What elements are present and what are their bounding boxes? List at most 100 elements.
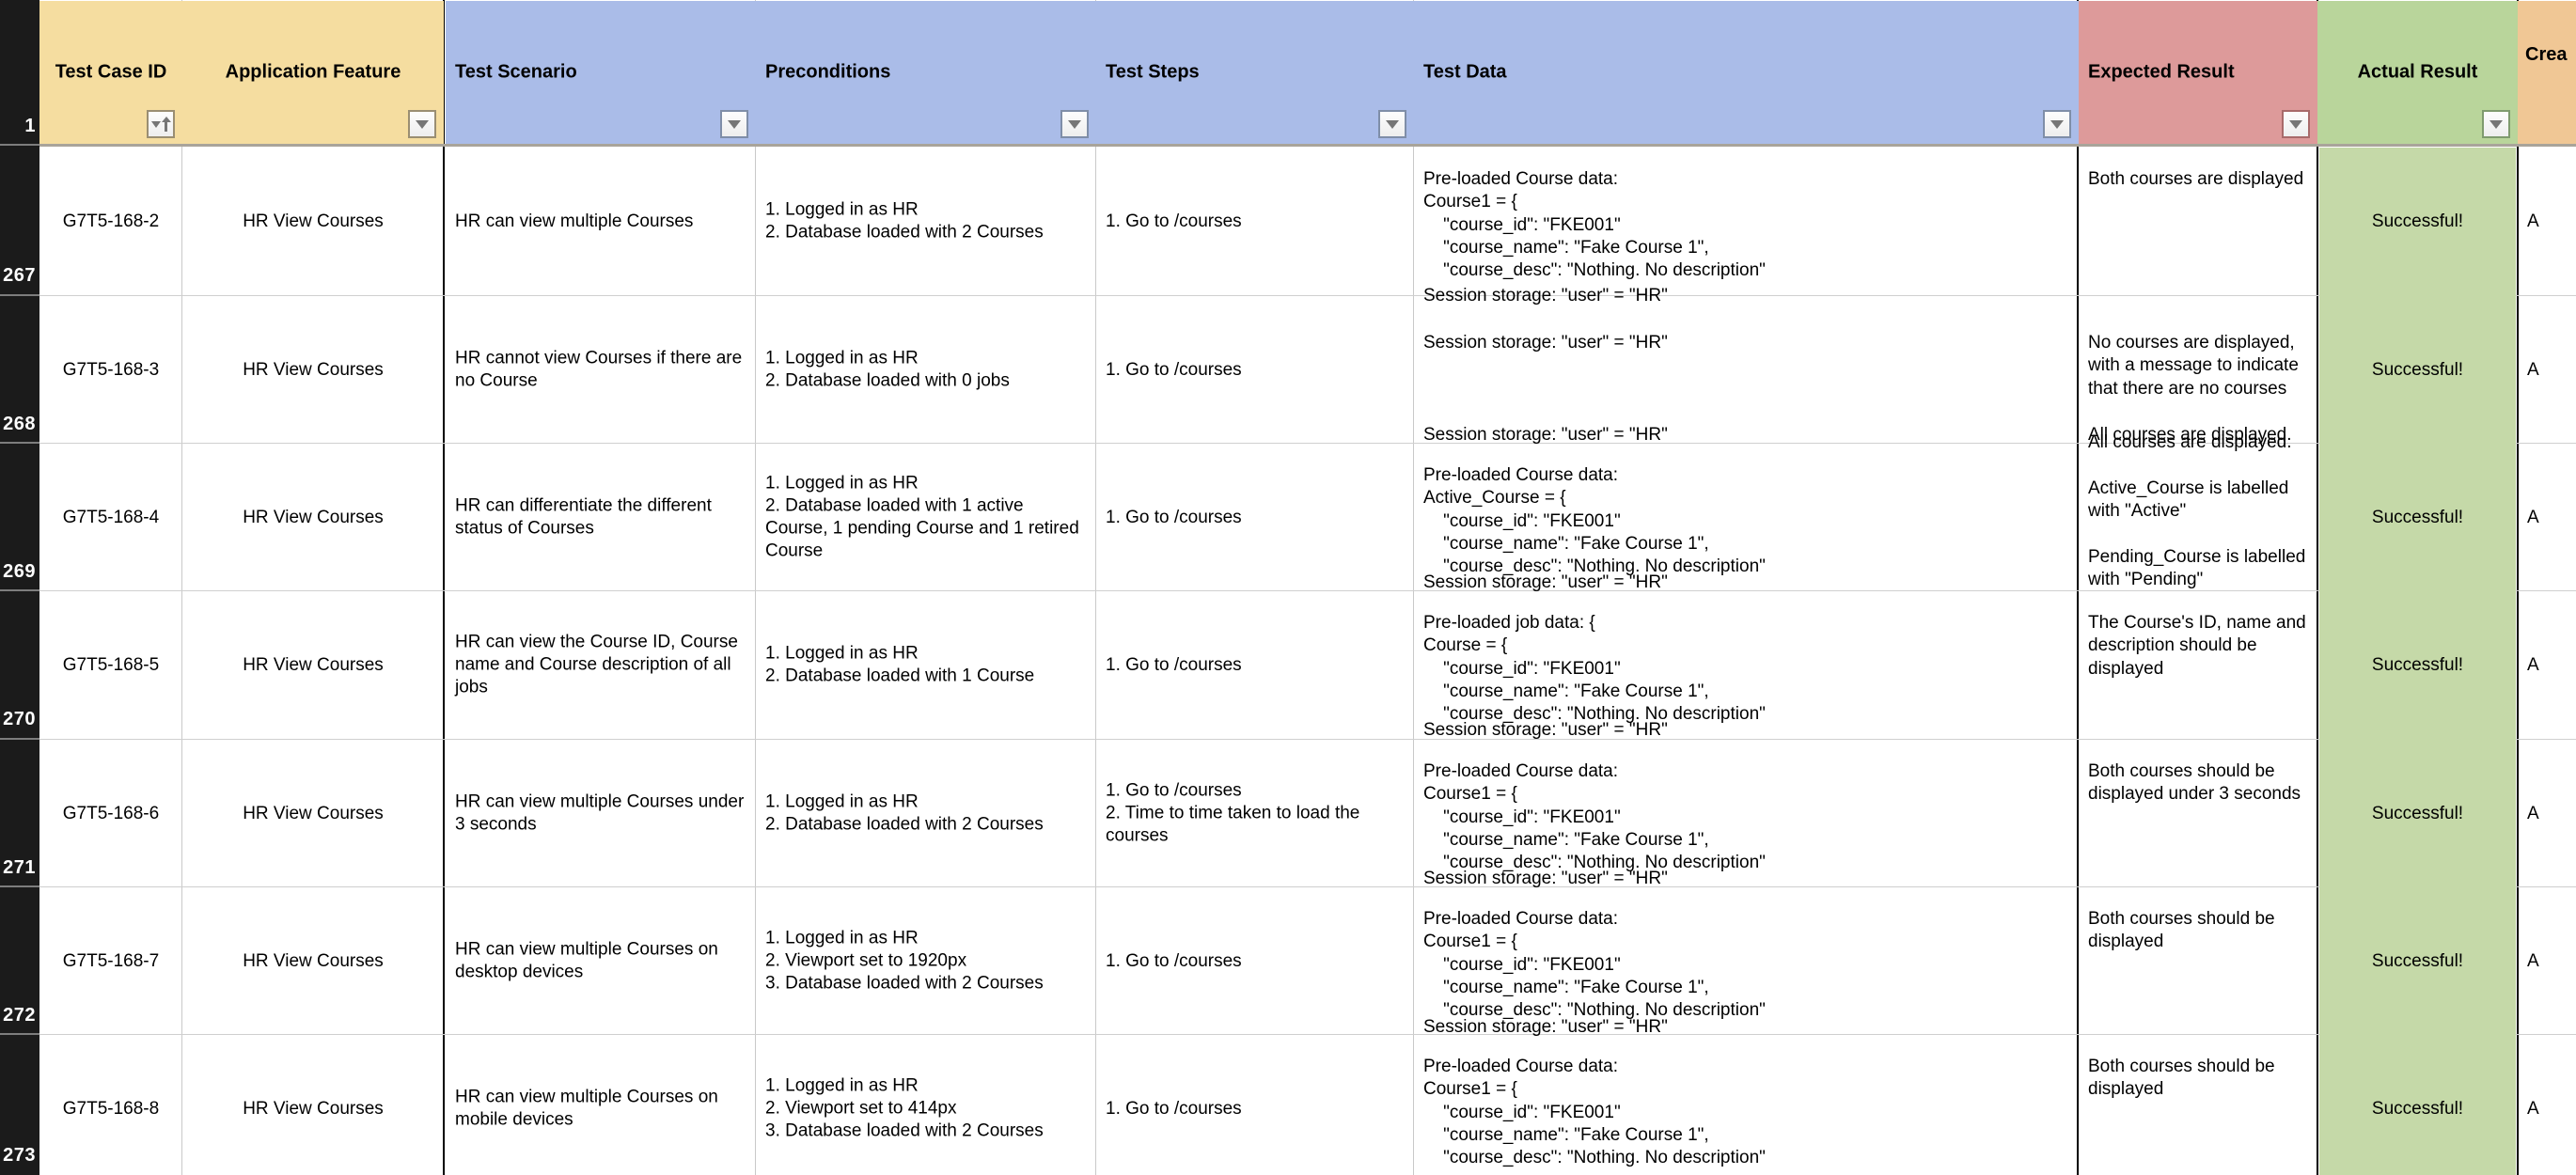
column-header-created-by[interactable]: Crea (2518, 1, 2576, 144)
cell-test-data-overflow-tail: Session storage: "user" = "HR" (1423, 719, 1668, 740)
sort-asc-filter-icon[interactable] (147, 110, 175, 138)
cell-actual-result[interactable]: Successful! (2319, 148, 2516, 295)
cell-test-case-id[interactable]: G7T5-168-6 (41, 740, 181, 887)
cell-test-steps[interactable]: 1. Go to /courses (1098, 444, 1412, 591)
cell-preconditions[interactable]: 1. Logged in as HR 2. Database loaded wi… (758, 148, 1094, 295)
cell-test-case-id[interactable]: G7T5-168-4 (41, 444, 181, 591)
cell-actual-result[interactable]: Successful! (2319, 740, 2516, 887)
row-number-header[interactable]: 1 (0, 116, 39, 137)
cell-test-case-id[interactable]: G7T5-168-3 (41, 296, 181, 444)
cell-preconditions[interactable]: 1. Logged in as HR 2. Database loaded wi… (758, 296, 1094, 444)
cell-created-by[interactable]: A (2520, 591, 2576, 739)
column-header-label: Application Feature (225, 61, 401, 83)
cell-test-scenario[interactable]: HR can view multiple Courses on mobile d… (448, 1035, 754, 1175)
cell-application-feature[interactable]: HR View Courses (184, 296, 442, 444)
filter-dropdown-icon[interactable] (2043, 110, 2071, 138)
cell-test-scenario[interactable]: HR cannot view Courses if there are no C… (448, 296, 754, 444)
cell-expected-result-overflow-tail: All courses are displayed. (2088, 424, 2292, 445)
column-header-label: Test Steps (1106, 61, 1200, 83)
cell-preconditions[interactable]: 1. Logged in as HR 2. Database loaded wi… (758, 444, 1094, 591)
cell-application-feature[interactable]: HR View Courses (184, 887, 442, 1035)
cell-expected-result[interactable]: Both courses are displayed (2081, 148, 2316, 295)
cell-application-feature[interactable]: HR View Courses (184, 740, 442, 887)
filter-dropdown-icon[interactable] (2482, 110, 2510, 138)
column-header-actual-result[interactable]: Actual Result (2317, 1, 2518, 144)
filter-dropdown-icon[interactable] (720, 110, 748, 138)
cell-test-steps[interactable]: 1. Go to /courses (1098, 591, 1412, 739)
cell-test-scenario[interactable]: HR can view multiple Courses under 3 sec… (448, 740, 754, 887)
cell-actual-result[interactable]: Successful! (2319, 444, 2516, 591)
cell-actual-result[interactable]: Successful! (2319, 296, 2516, 444)
cell-test-case-id[interactable]: G7T5-168-7 (41, 887, 181, 1035)
cell-test-steps[interactable]: 1. Go to /courses (1098, 148, 1412, 295)
cell-application-feature[interactable]: HR View Courses (184, 591, 442, 739)
column-header-label: Crea (2525, 44, 2568, 65)
row-number[interactable]: 272 (0, 1005, 39, 1026)
column-header-preconditions[interactable]: Preconditions (756, 1, 1096, 144)
cell-test-steps[interactable]: 1. Go to /courses 2. Time to time taken … (1098, 740, 1412, 887)
cell-expected-result[interactable]: Both courses should be displayed (2081, 887, 2316, 1035)
column-header-test-data[interactable]: Test Data (1414, 1, 2079, 144)
cell-expected-result[interactable]: All courses are displayed. Active_Course… (2081, 432, 2316, 591)
cell-actual-result[interactable]: Successful! (2319, 887, 2516, 1035)
cell-test-case-id[interactable]: G7T5-168-8 (41, 1035, 181, 1175)
cell-expected-result[interactable]: Both courses should be displayed under 3… (2081, 740, 2316, 887)
column-header-test-steps[interactable]: Test Steps (1096, 1, 1414, 144)
cell-test-data[interactable]: Pre-loaded Course data: Course1 = { "cou… (1416, 148, 2077, 295)
column-header-label: Actual Result (2357, 61, 2478, 83)
filter-dropdown-icon[interactable] (408, 110, 436, 138)
row-number[interactable]: 273 (0, 1145, 39, 1167)
column-header-test-case-id[interactable]: Test Case ID (39, 1, 182, 144)
column-header-application-feature[interactable]: Application Feature (182, 1, 444, 144)
column-header-expected-result[interactable]: Expected Result (2079, 1, 2317, 144)
cell-test-steps[interactable]: 1. Go to /courses (1098, 296, 1412, 444)
cell-test-scenario[interactable]: HR can differentiate the different statu… (448, 444, 754, 591)
cell-application-feature[interactable]: HR View Courses (184, 444, 442, 591)
cell-test-case-id[interactable]: G7T5-168-5 (41, 591, 181, 739)
spreadsheet-grid[interactable]: Test Case ID Application Feature Test Sc… (0, 0, 2576, 1175)
cell-created-by[interactable]: A (2520, 296, 2576, 444)
cell-actual-result[interactable]: Successful! (2319, 591, 2516, 739)
grid-line-vertical (1095, 0, 1096, 1175)
filter-dropdown-icon[interactable] (1060, 110, 1089, 138)
gutter-separator (0, 144, 39, 146)
cell-preconditions[interactable]: 1. Logged in as HR 2. Viewport set to 19… (758, 887, 1094, 1035)
gutter-separator (0, 885, 39, 887)
cell-test-data[interactable]: Pre-loaded Course data: Course1 = { "cou… (1416, 1035, 2077, 1175)
row-number[interactable]: 270 (0, 709, 39, 730)
cell-created-by[interactable]: A (2520, 1035, 2576, 1175)
column-header-label: Test Scenario (455, 61, 577, 83)
cell-created-by[interactable]: A (2520, 148, 2576, 295)
filter-dropdown-icon[interactable] (2282, 110, 2310, 138)
gutter-separator (0, 589, 39, 591)
cell-preconditions[interactable]: 1. Logged in as HR 2. Database loaded wi… (758, 740, 1094, 887)
cell-preconditions[interactable]: 1. Logged in as HR 2. Database loaded wi… (758, 591, 1094, 739)
row-number[interactable]: 271 (0, 857, 39, 879)
row-number[interactable]: 267 (0, 265, 39, 287)
grid-line-vertical (181, 0, 182, 1175)
cell-test-scenario[interactable]: HR can view multiple Courses on desktop … (448, 887, 754, 1035)
gutter-separator (0, 442, 39, 444)
cell-actual-result[interactable]: Successful! (2319, 1035, 2516, 1175)
row-header-gutter[interactable]: 1 267 268 269 270 271 272 273 (0, 0, 39, 1175)
column-header-test-scenario[interactable]: Test Scenario (446, 1, 756, 144)
cell-application-feature[interactable]: HR View Courses (184, 1035, 442, 1175)
cell-application-feature[interactable]: HR View Courses (184, 148, 442, 295)
grid-line-vertical (443, 0, 445, 1175)
cell-created-by[interactable]: A (2520, 444, 2576, 591)
cell-test-scenario[interactable]: HR can view multiple Courses (448, 148, 754, 295)
cell-preconditions[interactable]: 1. Logged in as HR 2. Viewport set to 41… (758, 1035, 1094, 1175)
row-number[interactable]: 268 (0, 414, 39, 435)
cell-test-scenario[interactable]: HR can view the Course ID, Course name a… (448, 591, 754, 739)
cell-test-steps[interactable]: 1. Go to /courses (1098, 887, 1412, 1035)
cell-test-case-id[interactable]: G7T5-168-2 (41, 148, 181, 295)
cell-test-steps[interactable]: 1. Go to /courses (1098, 1035, 1412, 1175)
cell-test-data-overflow-tail: Session storage: "user" = "HR" (1423, 285, 1668, 306)
cell-expected-result[interactable]: The Course's ID, name and description sh… (2081, 591, 2316, 739)
cell-expected-result[interactable]: Both courses should be displayed (2081, 1035, 2316, 1175)
column-header-label: Test Data (1423, 61, 1507, 83)
cell-created-by[interactable]: A (2520, 740, 2576, 887)
row-number[interactable]: 269 (0, 561, 39, 583)
filter-dropdown-icon[interactable] (1378, 110, 1406, 138)
cell-created-by[interactable]: A (2520, 887, 2576, 1035)
